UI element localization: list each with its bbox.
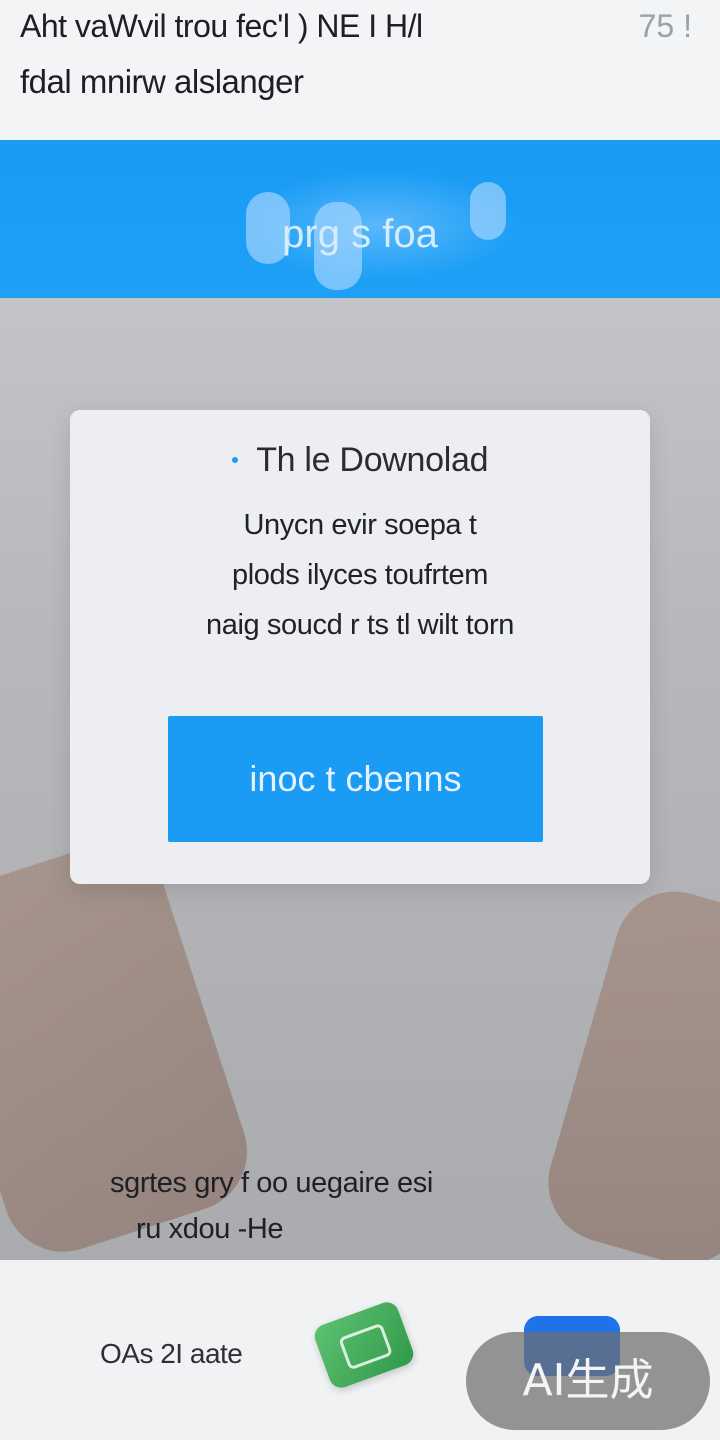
green-app-icon[interactable] xyxy=(311,1298,417,1392)
bottom-bar-label[interactable]: OAs 2I aate xyxy=(100,1336,243,1372)
ai-watermark-badge: AI生成 xyxy=(466,1332,710,1430)
dialog-message-line: naig soucd r ts tl wilt torn xyxy=(206,609,514,641)
dialog-primary-button[interactable]: inoc t cbenns xyxy=(168,716,543,842)
bottom-bar: OAs 2I aate AI生成 xyxy=(0,1260,720,1440)
caption-line: sgrtes gry f oo uegaire esi xyxy=(110,1167,433,1199)
banner-title: prg s foa xyxy=(282,212,438,256)
bottom-caption: sgrtes gry f oo uegaire esi ru xdou -He xyxy=(110,1160,630,1252)
dialog-dot-icon xyxy=(231,457,238,463)
app-banner: prg s foa xyxy=(0,140,720,298)
status-text: Aht vaWvil trou fec'l ) NE I H/l xyxy=(20,8,423,44)
dialog-message-line: plods ilyces toufrtem xyxy=(232,559,488,591)
top-header: Aht vaWvil trou fec'l ) NE I H/l 75 ! fd… xyxy=(0,0,720,140)
download-dialog: Th le Downolad Unycn evir soepa t plods … xyxy=(70,410,650,884)
header-subtitle: fdal mnirw alslanger xyxy=(20,63,304,100)
caption-line: ru xdou -He xyxy=(136,1213,284,1245)
dialog-title: Th le Downolad xyxy=(256,441,489,479)
dialog-message: Unycn evir soepa t plods ilyces toufrtem… xyxy=(90,500,630,650)
status-indicator: 75 ! xyxy=(638,8,692,44)
dialog-message-line: Unycn evir soepa t xyxy=(243,509,477,541)
dialog-header: Th le Downolad xyxy=(70,438,650,488)
